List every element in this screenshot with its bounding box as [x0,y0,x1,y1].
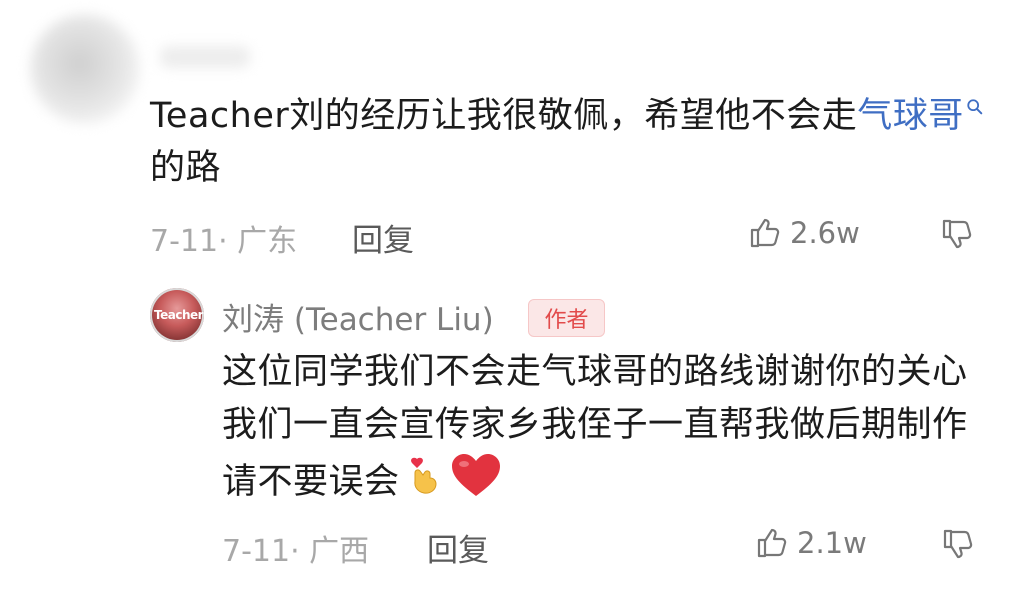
comment-text-main: Teacher刘的经历让我很敬佩，希望他不会走 [150,96,858,136]
dislike-button[interactable] [941,527,975,565]
comment-text: Teacher刘的经历让我很敬佩，希望他不会走气球哥的路 [150,90,990,194]
blurred-username[interactable] [160,46,250,68]
search-icon [967,99,983,115]
comment-date-location: 7-11· 广东 [150,224,298,259]
reply-text: 这位同学我们不会走气球哥的路线谢谢你的关心我们一直会宣传家乡我侄子一直帮我做后期… [222,346,982,514]
avatar-text: Teacher [154,308,204,322]
thumbs-up-icon [757,528,787,558]
dislike-button[interactable] [940,217,974,255]
thumbs-down-icon [943,529,973,559]
like-button[interactable]: 2.1w [755,526,867,560]
like-count: 2.6w [790,216,860,250]
author-name[interactable]: 刘涛 (Teacher Liu) [222,294,494,339]
reply-button[interactable]: 回复 [352,215,414,260]
author-avatar[interactable]: Teacher [150,288,204,342]
topic-link[interactable]: 气球哥 [857,96,984,136]
red-heart-emoji [450,452,502,514]
comment-text-tail: 的路 [150,148,222,188]
reply-text-body: 这位同学我们不会走气球哥的路线谢谢你的关心我们一直会宣传家乡我侄子一直帮我做后期… [222,352,968,502]
topic-link-label[interactable]: 气球哥 [857,96,964,136]
blurred-avatar[interactable] [30,14,140,124]
author-badge: 作者 [528,299,605,337]
reply-date-location: 7-11· 广西 [222,534,370,569]
thumbs-up-icon [750,218,780,248]
thumbs-down-icon [942,219,972,249]
like-count: 2.1w [797,526,867,560]
finger-heart-emoji [406,455,444,511]
reply-button[interactable]: 回复 [427,525,489,570]
like-button[interactable]: 2.6w [748,216,860,250]
